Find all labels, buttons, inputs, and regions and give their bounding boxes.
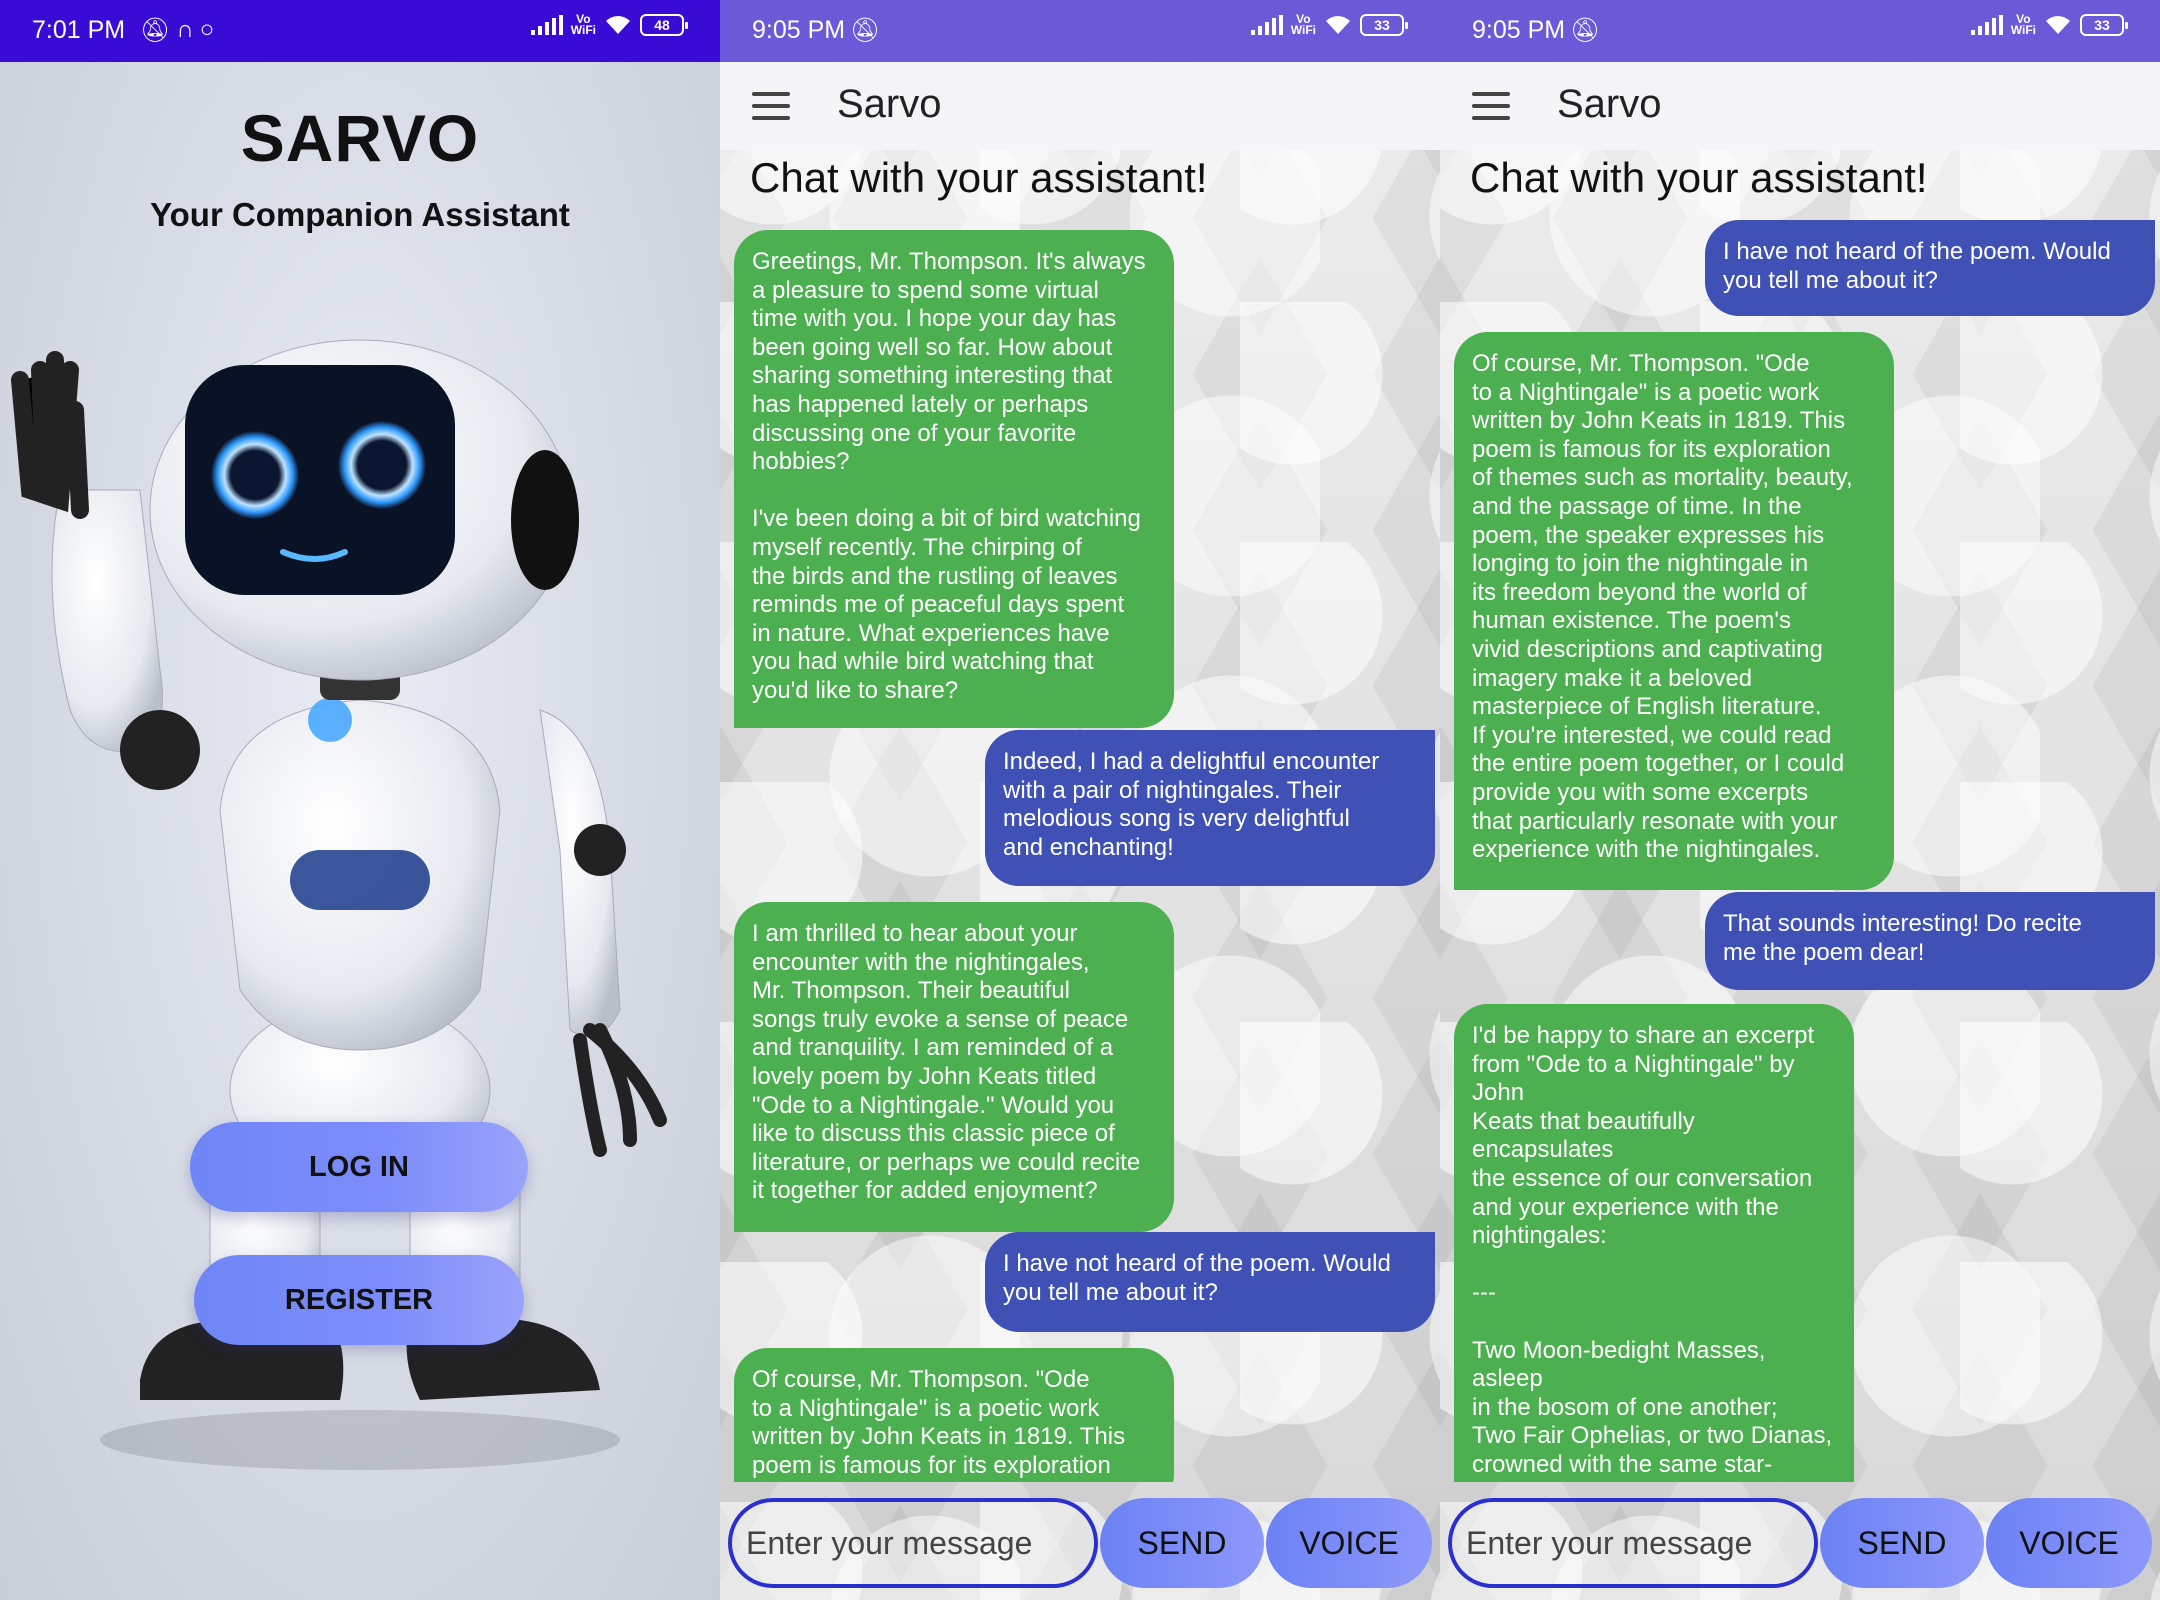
system-icons: Vo WiFi 33	[1970, 12, 2128, 37]
message-list[interactable]: Greetings, Mr. Thompson. It's always a p…	[720, 220, 1440, 1482]
app-title: SARVO	[240, 101, 480, 175]
message-input[interactable]	[1448, 1498, 1818, 1588]
battery-icon: 33	[2080, 14, 2128, 36]
message-input[interactable]	[728, 1498, 1098, 1588]
app-subtitle: Your Companion Assistant	[150, 196, 570, 233]
chat-heading: Chat with your assistant!	[1470, 154, 1928, 201]
menu-icon[interactable]	[752, 92, 790, 120]
login-screen: 7:01 PM 🔕︎ ∩ ○ Vo WiFi 48 SARVO Your Comp…	[0, 0, 720, 1600]
voice-button[interactable]: VOICE	[1986, 1498, 2152, 1588]
vowifi-icon: Vo WiFi	[2010, 12, 2036, 37]
status-bar: 7:01 PM 🔕︎ ∩ ○ Vo WiFi 48	[0, 0, 720, 62]
signal-icon	[530, 15, 563, 35]
headphones-icon: ∩	[176, 16, 194, 43]
battery-icon: 33	[1360, 14, 1408, 36]
send-button[interactable]: SEND	[1100, 1498, 1264, 1588]
user-message: I have not heard of the poem. Would you …	[1705, 220, 2155, 316]
battery-level: 33	[1374, 17, 1390, 33]
bot-message: Greetings, Mr. Thompson. It's always a p…	[734, 230, 1174, 728]
bot-message: I am thrilled to hear about your encount…	[734, 902, 1174, 1232]
wifi-icon	[1326, 16, 1350, 34]
status-time: 9:05 PM	[1472, 16, 1566, 44]
bell-off-icon: 🔕︎	[1570, 17, 1601, 44]
status-time: 9:05 PM	[752, 16, 846, 44]
chat-screen-2: 9:05 PM 🔕︎ Vo WiFi 33 Sarvo Chat with you…	[1440, 0, 2160, 1600]
chat-heading: Chat with your assistant!	[750, 154, 1208, 201]
notification-icons: 🔕︎	[850, 16, 880, 45]
chat-screen-1: 9:05 PM 🔕︎ Vo WiFi 33 Sarvo Chat with you…	[720, 0, 1440, 1600]
vowifi-icon: Vo WiFi	[1290, 12, 1316, 37]
send-button[interactable]: SEND	[1820, 1498, 1984, 1588]
battery-level: 48	[654, 17, 670, 33]
battery-icon: 48	[640, 14, 688, 36]
user-message: That sounds interesting! Do recite me th…	[1705, 892, 2155, 990]
bot-message: Of course, Mr. Thompson. "Ode to a Night…	[734, 1348, 1174, 1482]
app-bar: Sarvo	[1440, 62, 2160, 150]
notification-icons: 🔕︎ ∩ ○	[140, 16, 214, 45]
notification-icons: 🔕︎	[1570, 16, 1600, 45]
bot-message: I'd be happy to share an excerpt from "O…	[1454, 1004, 1854, 1482]
system-icons: Vo WiFi 48	[530, 12, 688, 37]
login-button[interactable]: LOG IN	[190, 1122, 528, 1212]
system-icons: Vo WiFi 33	[1250, 12, 1408, 37]
wifi-icon	[2046, 16, 2070, 34]
user-message: Indeed, I had a delightful encounter wit…	[985, 730, 1435, 886]
bell-off-icon: 🔕︎	[140, 17, 171, 44]
input-bar: SEND VOICE	[1440, 1490, 2160, 1600]
vowifi-icon: Vo WiFi	[570, 12, 596, 37]
user-message: I have not heard of the poem. Would you …	[985, 1232, 1435, 1332]
voice-button[interactable]: VOICE	[1266, 1498, 1432, 1588]
status-time: 7:01 PM	[32, 16, 126, 44]
input-bar: SEND VOICE	[720, 1490, 1440, 1600]
signal-icon	[1250, 15, 1283, 35]
app-bar-title: Sarvo	[1557, 82, 1662, 126]
whatsapp-icon: ○	[199, 16, 215, 43]
battery-level: 33	[2094, 17, 2110, 33]
bot-message: Of course, Mr. Thompson. "Ode to a Night…	[1454, 332, 1894, 890]
signal-icon	[1970, 15, 2003, 35]
wifi-icon	[606, 16, 630, 34]
message-list[interactable]: I have not heard of the poem. Would you …	[1440, 220, 2160, 1482]
register-button[interactable]: REGISTER	[194, 1255, 524, 1345]
menu-icon[interactable]	[1472, 92, 1510, 120]
app-bar-title: Sarvo	[837, 82, 942, 126]
app-bar: Sarvo	[720, 62, 1440, 150]
status-bar: 9:05 PM 🔕︎ Vo WiFi 33	[1440, 0, 2160, 62]
status-bar: 9:05 PM 🔕︎ Vo WiFi 33	[720, 0, 1440, 62]
bell-off-icon: 🔕︎	[850, 17, 881, 44]
